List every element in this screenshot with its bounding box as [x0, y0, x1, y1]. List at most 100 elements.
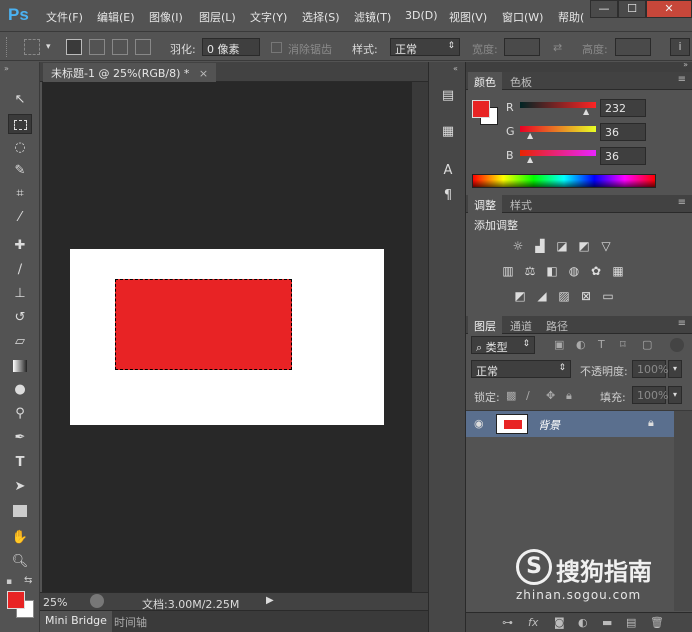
history-panel-icon[interactable]: ▤ [437, 86, 459, 106]
menu-help[interactable]: 帮助( [558, 9, 584, 25]
foreground-color-swatch[interactable] [7, 591, 25, 609]
g-value-input[interactable]: 36 [600, 123, 646, 141]
filter-type-icon[interactable]: T [598, 338, 605, 351]
vertical-scrollbar[interactable] [412, 82, 428, 592]
menu-window[interactable]: 窗口(W) [502, 9, 543, 25]
brightness-icon[interactable]: ☼ [510, 239, 526, 253]
menu-type[interactable]: 文字(Y) [250, 9, 287, 25]
eraser-tool-icon[interactable]: ▱ [8, 332, 32, 352]
photo-filter-icon[interactable]: ◍ [566, 264, 582, 278]
gradient-map-icon[interactable]: ▭ [600, 289, 616, 303]
blur-tool-icon[interactable]: ● [8, 380, 32, 400]
fx-icon[interactable]: fx [528, 616, 538, 629]
tab-timeline[interactable]: 时间轴 [108, 611, 153, 632]
feather-input[interactable]: 0 像素 [202, 38, 260, 56]
new-selection-icon[interactable] [66, 39, 82, 55]
lasso-tool-icon[interactable]: ◌ [8, 138, 32, 158]
opacity-input[interactable]: 100% [632, 360, 668, 378]
color-balance-icon[interactable]: ⚖ [522, 264, 538, 278]
layer-name[interactable]: 背景 [538, 417, 560, 433]
refine-edge-button[interactable]: i [670, 38, 690, 56]
tab-styles[interactable]: 样式 [504, 195, 538, 213]
marquee-tool-icon[interactable] [8, 114, 32, 134]
menu-filter[interactable]: 滤镜(T) [354, 9, 391, 25]
panel-menu-icon[interactable]: ≡ [678, 74, 686, 85]
menu-edit[interactable]: 编辑(E) [97, 9, 135, 25]
black-white-icon[interactable]: ◧ [544, 264, 560, 278]
expand-icon[interactable]: » [4, 64, 9, 73]
add-mask-icon[interactable]: ◙ [554, 616, 565, 629]
status-info-icon[interactable] [90, 594, 104, 608]
menu-file[interactable]: 文件(F) [46, 9, 83, 25]
close-tab-icon[interactable]: × [199, 67, 208, 80]
add-selection-icon[interactable] [89, 39, 105, 55]
status-menu-arrow-icon[interactable]: ▶ [266, 595, 274, 606]
tab-swatches[interactable]: 色板 [504, 72, 538, 90]
quick-select-tool-icon[interactable]: ✎ [8, 161, 32, 181]
expand-panels-icon[interactable]: « [453, 64, 458, 73]
lock-transparent-icon[interactable]: ▩ [506, 389, 516, 402]
collapse-dock-icon[interactable]: » [683, 60, 688, 69]
color-spectrum-bar[interactable] [472, 174, 656, 188]
r-value-input[interactable]: 232 [600, 99, 646, 117]
layer-filter-select[interactable]: ⌕ 类型 ⇕ [471, 336, 535, 354]
menu-3d[interactable]: 3D(D) [405, 9, 438, 22]
new-layer-icon[interactable]: ▤ [626, 616, 636, 629]
history-brush-tool-icon[interactable]: ↺ [8, 308, 32, 328]
brush-tool-icon[interactable]: ∕ [8, 260, 32, 280]
link-layers-icon[interactable]: ⊶ [502, 616, 513, 629]
clone-stamp-tool-icon[interactable]: ⊥ [8, 284, 32, 304]
eyedropper-tool-icon[interactable]: ⁄ [8, 208, 32, 228]
paragraph-panel-icon[interactable]: ¶ [437, 186, 459, 206]
width-input[interactable] [504, 38, 540, 56]
tab-paths[interactable]: 路径 [540, 316, 574, 334]
color-fg-swatch[interactable] [472, 100, 490, 118]
menu-image[interactable]: 图像(I) [149, 9, 183, 25]
tab-color[interactable]: 颜色 [468, 72, 502, 90]
filter-adjustment-icon[interactable]: ◐ [576, 338, 586, 351]
eye-visibility-icon[interactable]: ◉ [474, 417, 484, 430]
tab-layers[interactable]: 图层 [468, 316, 502, 334]
default-colors-icon[interactable]: ▪ [6, 577, 12, 587]
tab-channels[interactable]: 通道 [504, 316, 538, 334]
layers-scrollbar[interactable] [674, 411, 692, 611]
vibrance-icon[interactable]: ▽ [598, 239, 614, 253]
document-tab[interactable]: 未标题-1 @ 25%(RGB/8) * × [43, 63, 217, 82]
delete-layer-icon[interactable]: 🗑︎ [650, 616, 664, 629]
crop-tool-icon[interactable]: ⌗ [8, 184, 32, 204]
path-select-tool-icon[interactable]: ➤ [8, 477, 32, 497]
r-slider-handle-icon[interactable]: ▲ [583, 107, 589, 116]
filter-shape-icon[interactable]: ⌑ [620, 338, 626, 351]
filter-pixel-icon[interactable]: ▣ [554, 338, 564, 351]
layer-row[interactable]: ◉ 背景 🔒︎ [466, 411, 674, 437]
threshold-icon[interactable]: ▨ [556, 289, 572, 303]
levels-icon[interactable]: ▟ [532, 239, 548, 253]
rectangle-tool-icon[interactable] [8, 501, 32, 521]
new-adjustment-icon[interactable]: ◐ [578, 616, 588, 629]
menu-select[interactable]: 选择(S) [302, 9, 340, 25]
zoom-level[interactable]: 25% [43, 596, 67, 609]
antialias-checkbox[interactable] [271, 42, 282, 53]
marquee-preset-icon[interactable] [24, 39, 40, 55]
healing-brush-tool-icon[interactable]: ✚ [8, 236, 32, 256]
style-select[interactable]: 正常 ⇕ [390, 38, 460, 56]
properties-panel-icon[interactable]: ▦ [437, 122, 459, 142]
pen-tool-icon[interactable]: ✒ [8, 428, 32, 448]
dodge-tool-icon[interactable]: ⚲ [8, 404, 32, 424]
posterize-icon[interactable]: ◢ [534, 289, 550, 303]
height-input[interactable] [615, 38, 651, 56]
fill-input[interactable]: 100% [632, 386, 668, 404]
zoom-tool-icon[interactable]: 🔍︎ [8, 552, 32, 572]
hue-saturation-icon[interactable]: ▥ [500, 264, 516, 278]
curves-icon[interactable]: ◪ [554, 239, 570, 253]
menu-view[interactable]: 视图(V) [449, 9, 487, 25]
channel-mixer-icon[interactable]: ✿ [588, 264, 604, 278]
color-lookup-icon[interactable]: ▦ [610, 264, 626, 278]
hand-tool-icon[interactable]: ✋ [8, 528, 32, 548]
panel-menu-icon[interactable]: ≡ [678, 197, 686, 208]
chevron-down-icon[interactable]: ▾ [46, 42, 51, 52]
lock-position-icon[interactable]: ✥ [546, 389, 555, 402]
b-slider-handle-icon[interactable]: ▲ [527, 155, 533, 164]
character-panel-icon[interactable]: A [437, 161, 459, 181]
new-group-icon[interactable]: ▬ [602, 616, 612, 629]
